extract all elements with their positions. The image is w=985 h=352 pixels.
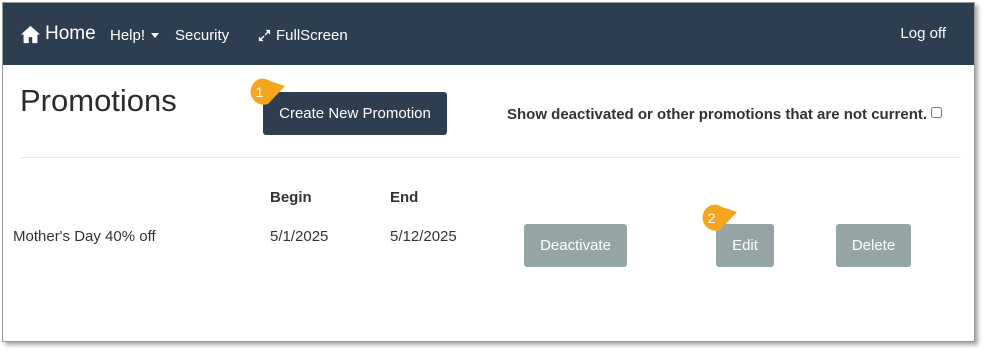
caret-down-icon [151,33,160,38]
callout-badge-2: 2 [698,204,737,234]
show-deactivated-label: Show deactivated or other promotions tha… [507,106,928,123]
home-icon [21,25,40,43]
create-new-promotion-button[interactable]: Create New Promotion [263,92,447,135]
nav-help-label: Help! [110,27,146,44]
deactivate-button[interactable]: Deactivate [524,224,627,267]
nav-help-dropdown[interactable]: Help! [110,27,160,44]
nav-fullscreen-link[interactable]: FullScreen [257,27,348,44]
nav-fullscreen-label: FullScreen [276,27,348,44]
callout-number: 2 [707,210,716,226]
column-header-begin: Begin [270,189,312,206]
app-window: Home Help! Security FullScreen Log off P… [2,2,975,342]
expand-icon [258,29,271,42]
promotion-end-date: 5/12/2025 [390,228,457,245]
delete-button[interactable]: Delete [836,224,911,267]
promotion-name: Mother's Day 40% off [13,228,156,245]
nav-logoff-link[interactable]: Log off [900,25,946,42]
nav-home-link[interactable]: Home [20,23,96,45]
nav-home-label: Home [45,23,96,44]
nav-security-link[interactable]: Security [175,27,229,44]
callout-number: 1 [255,84,264,100]
promotion-begin-date: 5/1/2025 [270,228,329,245]
header-divider [20,157,961,158]
column-header-end: End [390,189,419,206]
callout-badge-1: 1 [246,78,285,108]
page-title: Promotions [20,83,177,118]
top-navbar: Home Help! Security FullScreen Log off [3,3,974,65]
show-deactivated-checkbox[interactable] [931,107,942,118]
